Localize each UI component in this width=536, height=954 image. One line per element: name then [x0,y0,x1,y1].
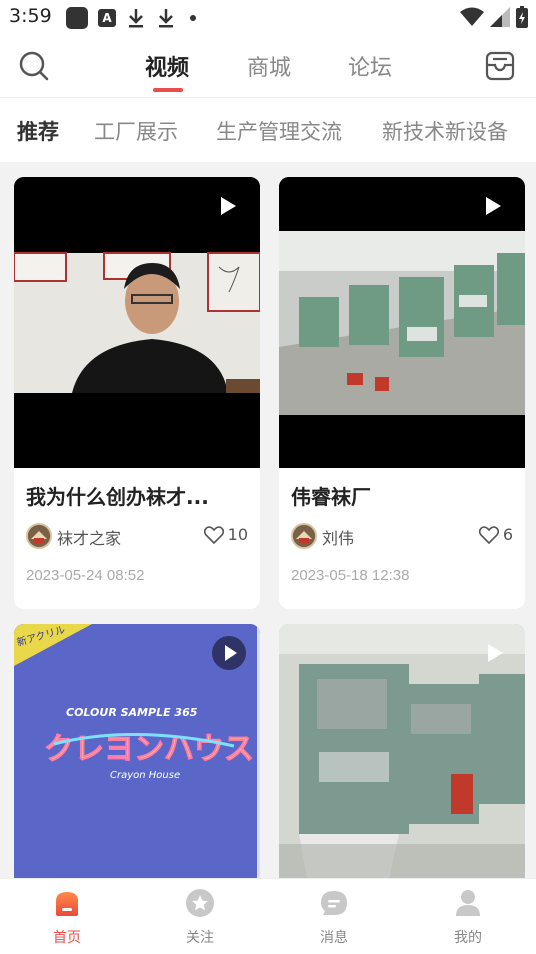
home-icon [56,892,78,916]
video-thumbnail [279,177,525,468]
status-bar: 3:59 A [0,0,536,36]
nav-profile[interactable]: 我的 [438,889,498,947]
card-title: 我为什么创办袜才... [26,485,209,509]
publish-date: 2023-05-18 12:38 [291,567,410,584]
video-thumbnail [279,624,525,878]
nav-label: 我的 [454,930,482,946]
more-notifications-icon [190,15,196,21]
play-icon [221,197,236,215]
video-thumbnail [14,177,260,468]
download-icon [159,9,173,28]
tab-forum[interactable]: 论坛 [348,50,392,82]
download-icon [129,9,143,28]
search-icon[interactable] [18,50,50,82]
author-name[interactable]: 刘伟 [322,525,354,549]
play-icon [212,636,246,670]
like-count-value: 6 [502,525,513,544]
nav-follow[interactable]: 关注 [170,889,230,947]
wifi-icon [460,7,484,26]
nav-label: 关注 [186,930,214,946]
video-card[interactable]: 伟睿袜厂 刘伟 6 2023-05-18 12:38 [279,177,525,609]
star-icon [186,889,214,917]
category-bar: 推荐 工厂展示 生产管理交流 新技术新设备 [0,98,536,162]
heart-icon[interactable] [203,525,224,544]
top-nav: 视频 商城 论坛 [0,36,536,98]
heart-icon[interactable] [478,525,499,544]
category-new-tech[interactable]: 新技术新设备 [382,116,508,146]
nav-messages[interactable]: 消息 [304,889,364,947]
author-avatar[interactable] [26,523,52,549]
category-production-management[interactable]: 生产管理交流 [216,116,342,146]
nav-label: 消息 [320,930,348,946]
like-count-value: 10 [227,525,248,544]
like-count[interactable]: 10 [203,525,248,544]
inbox-icon[interactable] [484,50,516,82]
video-thumbnail: 新アクリル COLOUR SAMPLE 365 クレヨンハウス Crayon H… [14,624,260,878]
tab-mall[interactable]: 商城 [247,50,291,82]
category-factory-showcase[interactable]: 工厂展示 [94,116,178,146]
play-icon [488,644,503,662]
active-tab-indicator [153,88,183,92]
author-name[interactable]: 袜才之家 [57,525,121,549]
play-icon [486,197,501,215]
signal-icon [490,7,510,27]
nav-home[interactable]: 首页 [37,889,97,947]
like-count[interactable]: 6 [478,525,513,544]
author-avatar[interactable] [291,523,317,549]
font-notification-icon: A [98,9,116,27]
thumb-caption: COLOUR SAMPLE 365 [66,706,198,719]
thumb-sub-caption: Crayon House [110,770,180,781]
bottom-nav: 首页 关注 消息 我的 [0,878,536,954]
battery-icon [516,6,528,28]
thumb-logo-text: クレヨンハウス [44,732,254,767]
category-recommend[interactable]: 推荐 [17,116,59,146]
chat-icon [321,891,347,915]
video-card[interactable]: 我为什么创办袜才... 袜才之家 10 2023-05-24 08:52 [14,177,260,609]
publish-date: 2023-05-24 08:52 [26,567,145,584]
status-time: 3:59 [9,5,52,27]
app-notification-icon [66,7,88,29]
video-card[interactable]: 新アクリル COLOUR SAMPLE 365 クレヨンハウス Crayon H… [14,624,260,878]
tab-video[interactable]: 视频 [145,50,189,82]
card-title: 伟睿袜厂 [291,485,371,509]
nav-label: 首页 [53,930,81,946]
user-icon [456,890,480,916]
video-card[interactable] [279,624,525,878]
